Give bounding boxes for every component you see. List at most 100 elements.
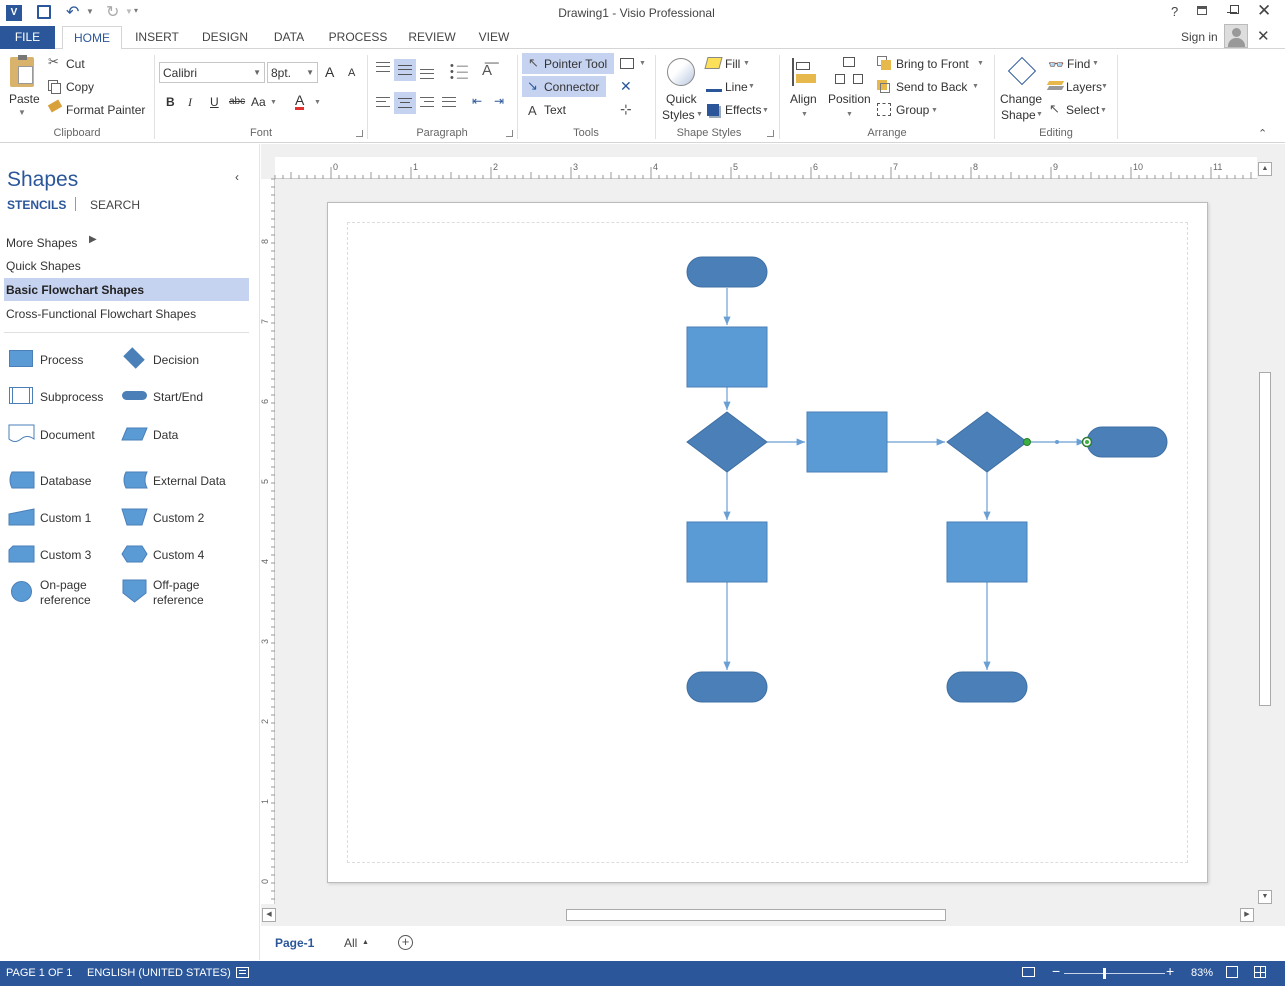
zoom-level[interactable]: 83% xyxy=(1191,967,1213,979)
switch-windows-icon[interactable] xyxy=(1254,966,1266,978)
copy-button[interactable]: Copy xyxy=(66,80,94,94)
connector-handle-mid[interactable] xyxy=(1055,440,1059,444)
add-page-icon[interactable]: + xyxy=(398,935,413,950)
group-button[interactable]: Group xyxy=(896,103,929,117)
scroll-down-icon[interactable]: ▼ xyxy=(1258,890,1272,904)
start-end-shape-bottom-right[interactable] xyxy=(946,671,1028,703)
sign-in-link[interactable]: Sign in xyxy=(1181,30,1218,44)
close-icon[interactable]: ✕ xyxy=(1257,1,1271,21)
dialog-launcher-icon[interactable] xyxy=(767,130,774,137)
stencil-decision[interactable]: Decision xyxy=(153,353,199,367)
stencil-process[interactable]: Process xyxy=(40,353,83,367)
start-end-shape-icon[interactable] xyxy=(122,391,147,400)
line-button[interactable]: Line xyxy=(725,80,748,94)
align-bottom-icon[interactable] xyxy=(420,69,434,79)
change-case-button[interactable]: Aa xyxy=(251,95,266,109)
scroll-left-icon[interactable]: ◀ xyxy=(262,908,276,922)
grow-font-button[interactable]: A xyxy=(325,64,334,80)
decision-shape-2[interactable] xyxy=(946,411,1028,473)
find-button[interactable]: Find xyxy=(1067,57,1090,71)
fit-page-icon[interactable] xyxy=(1226,966,1238,978)
align-middle-icon[interactable] xyxy=(394,59,416,81)
nav-cross-functional[interactable]: Cross-Functional Flowchart Shapes xyxy=(6,307,196,321)
start-end-shape-bottom-left[interactable] xyxy=(686,671,768,703)
stencil-on-page-reference-2[interactable]: reference xyxy=(40,593,91,607)
stencil-document[interactable]: Document xyxy=(40,428,95,442)
position-button[interactable]: Position xyxy=(828,92,871,106)
macro-record-icon[interactable] xyxy=(236,967,249,978)
tab-view[interactable]: VIEW xyxy=(472,26,516,49)
connection-point-icon[interactable]: ⊹ xyxy=(620,101,632,118)
paste-icon[interactable] xyxy=(10,55,34,87)
process-shape-3[interactable] xyxy=(686,521,768,583)
increase-indent-icon[interactable]: ⇥ xyxy=(494,94,504,108)
decrease-indent-icon[interactable]: ⇤ xyxy=(472,94,482,108)
decision-shape-1[interactable] xyxy=(686,411,768,473)
send-to-back-button[interactable]: Send to Back xyxy=(896,80,967,94)
zoom-slider-thumb[interactable] xyxy=(1103,968,1106,979)
vertical-scroll-thumb[interactable] xyxy=(1259,372,1271,706)
data-shape-icon[interactable] xyxy=(121,427,148,441)
tab-stencils[interactable]: STENCILS xyxy=(7,198,66,212)
stencil-custom-1[interactable]: Custom 1 xyxy=(40,511,91,525)
collapse-pane-icon[interactable]: ‹ xyxy=(235,170,239,184)
paste-dropdown-icon[interactable]: ▼ xyxy=(18,108,26,117)
presentation-mode-icon[interactable] xyxy=(1022,967,1035,977)
vertical-scrollbar[interactable]: ▲ ▼ xyxy=(1257,162,1273,904)
font-color-button[interactable]: A xyxy=(295,93,305,110)
horizontal-scroll-thumb[interactable] xyxy=(566,909,946,921)
fill-button[interactable]: Fill xyxy=(725,57,740,71)
avatar[interactable] xyxy=(1224,24,1248,48)
format-painter-button[interactable]: Format Painter xyxy=(66,103,145,117)
align-shapes-icon[interactable] xyxy=(792,58,818,86)
custom1-shape-icon[interactable] xyxy=(8,508,35,526)
quick-styles-label-2[interactable]: Styles xyxy=(662,108,695,122)
restore-icon[interactable] xyxy=(1230,5,1239,14)
connector-handle-start[interactable] xyxy=(1023,438,1031,446)
tab-home[interactable]: HOME xyxy=(62,26,122,50)
scroll-right-icon[interactable]: ▶ xyxy=(1240,908,1254,922)
cut-button[interactable]: Cut xyxy=(66,57,85,71)
process-shape-1[interactable] xyxy=(686,326,768,388)
align-center-icon[interactable] xyxy=(394,92,416,114)
italic-button[interactable]: I xyxy=(188,95,192,110)
custom3-shape-icon[interactable] xyxy=(8,545,35,563)
process-shape-4[interactable] xyxy=(946,521,1028,583)
subprocess-shape-icon[interactable] xyxy=(9,387,33,404)
text-tool-button[interactable]: Text xyxy=(544,103,566,117)
change-shape-label-2[interactable]: Shape xyxy=(1001,108,1036,122)
stencil-custom-4[interactable]: Custom 4 xyxy=(153,548,204,562)
underline-button[interactable]: U xyxy=(210,95,219,109)
decision-shape-icon[interactable] xyxy=(123,347,145,369)
tab-data[interactable]: DATA xyxy=(264,26,314,49)
tab-all-pages[interactable]: All xyxy=(344,936,357,950)
quick-styles-icon[interactable] xyxy=(667,58,695,86)
stencil-database[interactable]: Database xyxy=(40,474,91,488)
shrink-font-button[interactable]: A xyxy=(348,67,355,79)
align-button[interactable]: Align xyxy=(790,92,817,106)
bring-to-front-button[interactable]: Bring to Front xyxy=(896,57,969,71)
align-top-icon[interactable] xyxy=(376,62,390,72)
change-shape-label-1[interactable]: Change xyxy=(1000,92,1042,106)
collapse-ribbon-icon[interactable]: ⌃ xyxy=(1258,127,1267,140)
effects-button[interactable]: Effects xyxy=(725,103,761,117)
nav-more-shapes[interactable]: More Shapes xyxy=(6,236,77,250)
off-page-reference-icon[interactable] xyxy=(122,579,147,603)
font-size-select[interactable]: 8pt. ▼ xyxy=(267,62,318,83)
tab-insert[interactable]: INSERT xyxy=(128,26,186,49)
scroll-up-icon[interactable]: ▲ xyxy=(1258,162,1272,176)
process-shape-icon[interactable] xyxy=(9,350,33,367)
paste-button[interactable]: Paste xyxy=(9,92,40,106)
align-left-icon[interactable] xyxy=(376,97,390,107)
stencil-off-page-reference-2[interactable]: reference xyxy=(153,593,204,607)
database-shape-icon[interactable] xyxy=(8,471,35,489)
bullets-icon[interactable]: • — • — • — xyxy=(450,61,468,84)
stencil-off-page-reference-1[interactable]: Off-page xyxy=(153,578,199,592)
font-family-select[interactable]: Calibri ▼ xyxy=(159,62,265,83)
on-page-reference-icon[interactable] xyxy=(11,581,32,602)
dialog-launcher-icon[interactable] xyxy=(356,130,363,137)
change-shape-icon[interactable] xyxy=(1006,56,1037,87)
tab-page-1[interactable]: Page-1 xyxy=(275,936,314,950)
delete-connection-icon[interactable]: ✕ xyxy=(620,78,632,95)
external-data-shape-icon[interactable] xyxy=(121,471,148,489)
